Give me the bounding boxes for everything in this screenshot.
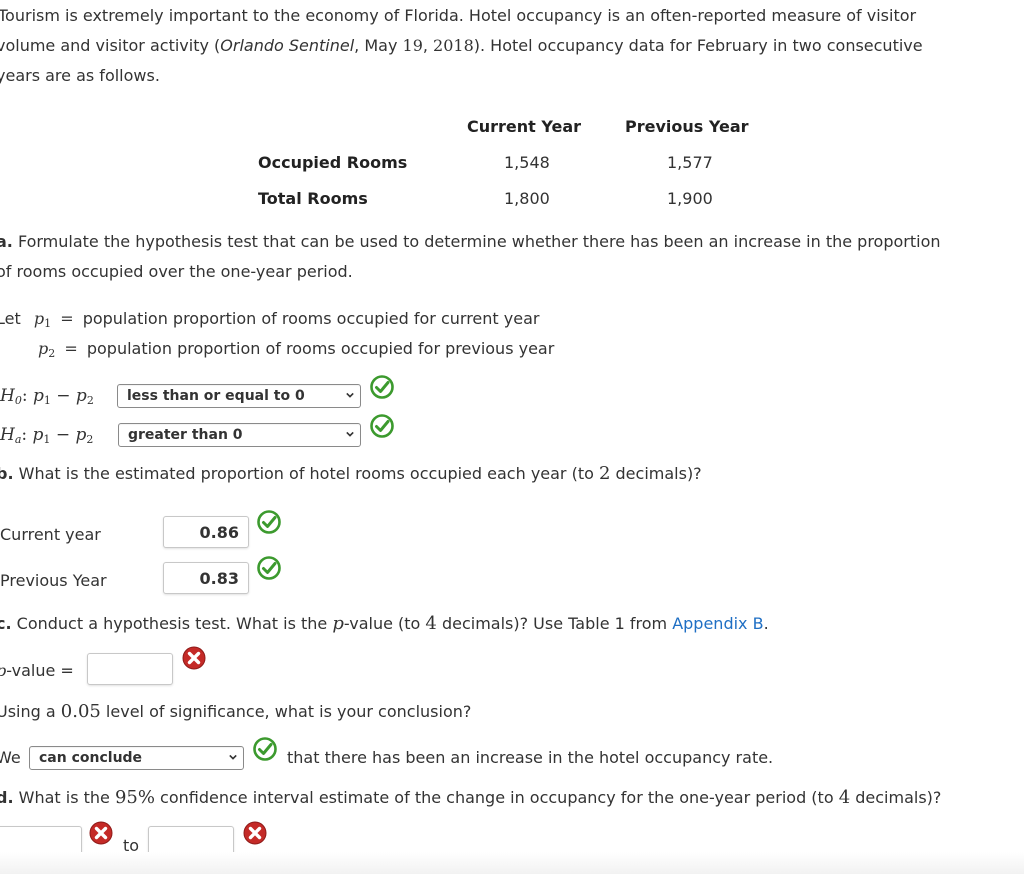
correct-check-icon (253, 737, 277, 761)
p2-definition-text: population proportion of rooms occupied … (86, 339, 555, 358)
intro-text: , May (354, 36, 403, 55)
p-value-label: p-value = (0, 661, 74, 680)
table-header-previous-year: Previous Year (625, 117, 749, 136)
part-d-letter: d. (0, 788, 14, 807)
significance-question: Using a 0.05 level of significance, what… (0, 701, 472, 722)
we-label: We (0, 748, 21, 767)
part-b-question: b. What is the estimated proportion of h… (0, 463, 702, 484)
correct-check-icon (370, 375, 394, 399)
part-d-question: d. What is the 95% confidence interval e… (0, 787, 941, 808)
let-label: Let (0, 309, 21, 328)
intro-line-3: years are as follows. (0, 66, 160, 85)
table-row-label-total: Total Rooms (258, 189, 368, 208)
date-day: 19 (402, 36, 423, 55)
intro-text: , (422, 36, 434, 55)
null-hypothesis-label: H0: p1 − p2 (0, 386, 94, 407)
chevron-down-icon (346, 431, 354, 437)
intro-line-2: volume and visitor activity (Orlando Sen… (0, 36, 923, 55)
incorrect-x-icon (243, 821, 267, 845)
table-row-label-occupied: Occupied Rooms (258, 153, 408, 172)
table-cell-occupied-previous: 1,577 (667, 153, 713, 172)
alternative-hypothesis-selected-value: greater than 0 (128, 427, 243, 443)
equals-sign: = (64, 339, 78, 358)
part-a-question-line-1: a. Formulate the hypothesis test that ca… (0, 232, 941, 251)
intro-text: ). Hotel occupancy data for February in … (473, 36, 923, 55)
correct-check-icon (370, 414, 394, 438)
chevron-down-icon (346, 392, 354, 398)
conclusion-selected-value: can conclude (39, 750, 143, 766)
previous-year-proportion-input[interactable]: 0.83 (163, 562, 249, 594)
table-cell-occupied-current: 1,548 (504, 153, 550, 172)
page-footer-fade (0, 852, 1024, 874)
p1-definition: Let p1 = population proportion of rooms … (0, 309, 539, 330)
current-year-proportion-input[interactable]: 0.86 (163, 516, 249, 548)
conclusion-text: that there has been an increase in the h… (287, 748, 774, 767)
correct-check-icon (257, 556, 281, 580)
correct-check-icon (257, 510, 281, 534)
part-a-letter: a. (0, 232, 13, 251)
null-hypothesis-selected-value: less than or equal to 0 (127, 388, 305, 404)
table-header-current-year: Current Year (467, 117, 582, 136)
date-year: 2018 (433, 36, 474, 55)
intro-text: volume and visitor activity ( (0, 36, 221, 55)
incorrect-x-icon (89, 821, 113, 845)
p1-symbol: p1 (33, 309, 52, 330)
intro-line-1: Tourism is extremely important to the ec… (0, 6, 917, 25)
null-hypothesis-select[interactable]: less than or equal to 0 (117, 384, 361, 408)
p2-definition: p2 = population proportion of rooms occu… (38, 339, 554, 360)
part-a-text: Formulate the hypothesis test that can b… (12, 232, 941, 251)
alternative-hypothesis-label: Ha: p1 − p2 (0, 425, 94, 446)
p-value-input[interactable] (87, 653, 173, 685)
equals-sign: = (60, 309, 74, 328)
part-c-letter: c. (0, 614, 12, 633)
incorrect-x-icon (182, 646, 206, 670)
source-name: Orlando Sentinel (220, 36, 355, 55)
chevron-down-icon (229, 754, 237, 760)
part-b-letter: b. (0, 464, 14, 483)
part-a-question-line-2: of rooms occupied over the one-year peri… (0, 262, 353, 281)
previous-year-label: Previous Year (0, 571, 107, 590)
p1-definition-text: population proportion of rooms occupied … (82, 309, 540, 328)
conclusion-select[interactable]: can conclude (29, 746, 244, 770)
part-c-question: c. Conduct a hypothesis test. What is th… (0, 613, 769, 634)
alternative-hypothesis-select[interactable]: greater than 0 (118, 423, 361, 447)
current-year-label: Current year (0, 525, 101, 544)
table-cell-total-current: 1,800 (504, 189, 550, 208)
table-cell-total-previous: 1,900 (667, 189, 713, 208)
appendix-b-link[interactable]: Appendix B (672, 614, 763, 633)
p2-symbol: p2 (38, 339, 56, 360)
